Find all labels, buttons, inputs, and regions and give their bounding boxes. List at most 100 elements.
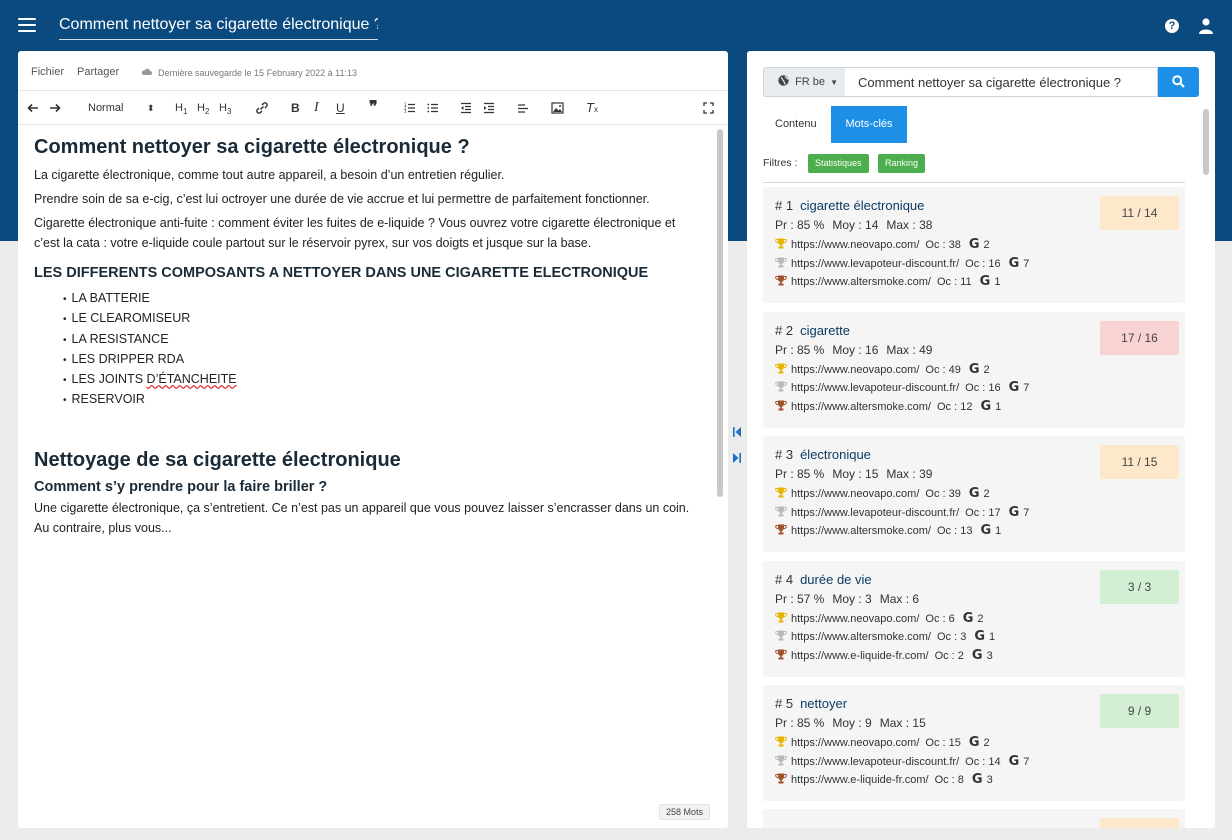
google-position: 2 [983,488,990,500]
bold-button[interactable]: B [291,100,300,116]
keyword-stats: Pr : 57 % Moy : 3 Max : 6 [775,592,927,606]
bronze-trophy-icon [775,773,787,784]
search-input[interactable] [845,67,1158,97]
competitor-url[interactable]: https://www.altersmoke.com/ [791,401,931,413]
filter-statistiques[interactable]: Statistiques [808,154,869,173]
competitor-url[interactable]: https://www.altersmoke.com/ [791,631,931,643]
google-icon: G [1008,380,1020,395]
search-bar: FR be ▼ [763,67,1199,97]
keyword-title[interactable]: # 4 durée de vie [775,572,872,587]
competitor-url[interactable]: https://www.neovapo.com/ [791,239,919,251]
panel-scrollbar[interactable] [1203,109,1209,175]
google-icon: G [974,629,986,644]
heading-1-button[interactable]: H1 [175,100,187,116]
clear-format-icon[interactable]: Tx [586,100,598,116]
outdent-icon[interactable] [460,100,472,116]
editor-content[interactable]: Comment nettoyer sa cigarette électroniq… [34,135,704,538]
list-item: LES DRIPPER RDA [63,350,704,370]
document-title-input[interactable]: Comment nettoyer sa cigarette électroniq… [59,10,378,40]
google-icon: G [1008,504,1020,520]
competitor-url[interactable]: https://www.neovapo.com/ [791,613,919,625]
occurrence-count: Oc : 16 [965,382,1001,394]
tab-contenu[interactable]: Contenu [763,106,829,143]
language-dropdown[interactable]: FR be ▼ [763,67,846,97]
user-icon[interactable] [1199,18,1213,34]
competitor-url[interactable]: https://www.neovapo.com/ [791,737,919,749]
editor-scrollbar[interactable] [717,129,723,497]
keyword-title[interactable]: # 1 cigarette électronique [775,198,924,213]
search-button[interactable] [1158,67,1199,97]
undo-icon[interactable] [27,100,39,116]
italic-button[interactable]: I [314,100,319,116]
format-select[interactable]: Normal [88,100,132,116]
language-label: FR be [795,76,826,88]
keyword-card[interactable]: # 4 durée de vie Pr : 57 % Moy : 3 Max : 6 ht… [763,560,1185,677]
competitor-url[interactable]: https://www.altersmoke.com/ [791,276,931,288]
bullet-list-icon[interactable] [427,100,439,116]
link-icon[interactable] [255,100,269,116]
competitor-url[interactable]: https://www.neovapo.com/ [791,364,919,376]
collapse-panel-icon[interactable] [732,426,742,438]
stat-moy: Moy : 15 [832,467,879,481]
occurrence-count: Oc : 2 [934,649,964,662]
keyword-title[interactable]: # 3 électronique [775,447,871,462]
competitor-row: https://www.levapoteur-discount.fr/Oc : … [775,380,1029,396]
competitor-url[interactable]: https://www.levapoteur-discount.fr/ [791,507,959,519]
keyword-title[interactable]: # 2 cigarette [775,323,850,338]
competitor-url[interactable]: https://www.levapoteur-discount.fr/ [791,756,959,768]
google-position: 2 [977,612,984,625]
stat-moy: Moy : 14 [832,218,879,232]
competitor-url[interactable]: https://www.e-liquide-fr.com/ [791,774,929,786]
fullscreen-icon[interactable] [703,100,714,116]
question-circle-icon[interactable]: ? [1165,19,1179,33]
indent-icon[interactable] [483,100,495,116]
google-position: 7 [1023,755,1030,768]
score-badge: 11 / 15 [1100,445,1179,479]
tab-mots-cles[interactable]: Mots-clés [831,106,907,143]
keyword-card[interactable]: # 3 électronique Pr : 85 % Moy : 15 Max : 39… [763,436,1185,552]
ordered-list-icon[interactable]: 123 [404,100,416,116]
silver-trophy-icon [775,506,787,516]
spellcheck-word: D’ÉTANCHEITE [146,372,237,387]
competitor-url[interactable]: https://www.e-liquide-fr.com/ [791,650,929,662]
stat-max: Max : 38 [886,218,933,232]
save-status: Dernière sauvegarde le 15 February 2022 … [158,68,357,78]
chevron-updown-icon[interactable]: ⬍ [147,100,155,116]
redo-icon[interactable] [49,100,61,116]
keyword-card[interactable]: # 2 cigarette Pr : 85 % Moy : 16 Max : 49 htt… [763,311,1185,428]
keyword-title[interactable]: # 5 nettoyer [775,696,847,711]
competitor-row: https://www.levapoteur-discount.fr/Oc : … [775,754,1029,770]
occurrence-count: Oc : 16 [965,257,1001,270]
competitor-url[interactable]: https://www.altersmoke.com/ [791,525,931,537]
keyword-card[interactable]: # 1 cigarette électronique Pr : 85 % Moy : … [763,187,1185,303]
image-icon[interactable] [551,100,564,116]
menu-file[interactable]: Fichier [31,66,64,78]
competitor-row: https://www.altersmoke.com/Oc : 12 G 1 [775,399,1001,415]
competitor-url[interactable]: https://www.neovapo.com/ [791,488,919,500]
competitor-url[interactable]: https://www.levapoteur-discount.fr/ [791,382,959,394]
quote-icon[interactable]: ❞ [369,100,378,116]
caret-down-icon: ▼ [830,78,839,87]
keyword-term: durée de vie [800,571,872,587]
expand-panel-icon[interactable] [732,452,742,464]
filters-bar: Filtres : Statistiques Ranking [763,154,1185,183]
google-icon: G [968,237,980,252]
content-heading-3: Comment s’y prendre pour la faire brille… [34,478,328,495]
heading-2-button[interactable]: H2 [197,100,209,116]
menu-share[interactable]: Partager [77,66,119,78]
competitor-row: https://www.neovapo.com/Oc : 39 G 2 [775,486,990,502]
underline-button[interactable]: U [336,100,345,116]
keyword-card[interactable]: # 5 nettoyer Pr : 85 % Moy : 9 Max : 15 https… [763,685,1185,801]
list-item: LES JOINTS D’ÉTANCHEITE [63,370,704,390]
align-icon[interactable] [517,100,529,116]
search-icon [1172,75,1185,88]
hamburger-icon[interactable] [18,18,36,32]
silver-trophy-icon [775,257,787,267]
google-position: 7 [1023,382,1030,394]
google-position: 1 [994,276,1001,288]
competitor-url[interactable]: https://www.levapoteur-discount.fr/ [791,258,959,270]
heading-3-button[interactable]: H3 [219,100,231,116]
list-item-text: LES JOINTS [71,372,144,387]
keyword-rank: # 1 [775,198,794,213]
filter-ranking[interactable]: Ranking [878,154,926,173]
